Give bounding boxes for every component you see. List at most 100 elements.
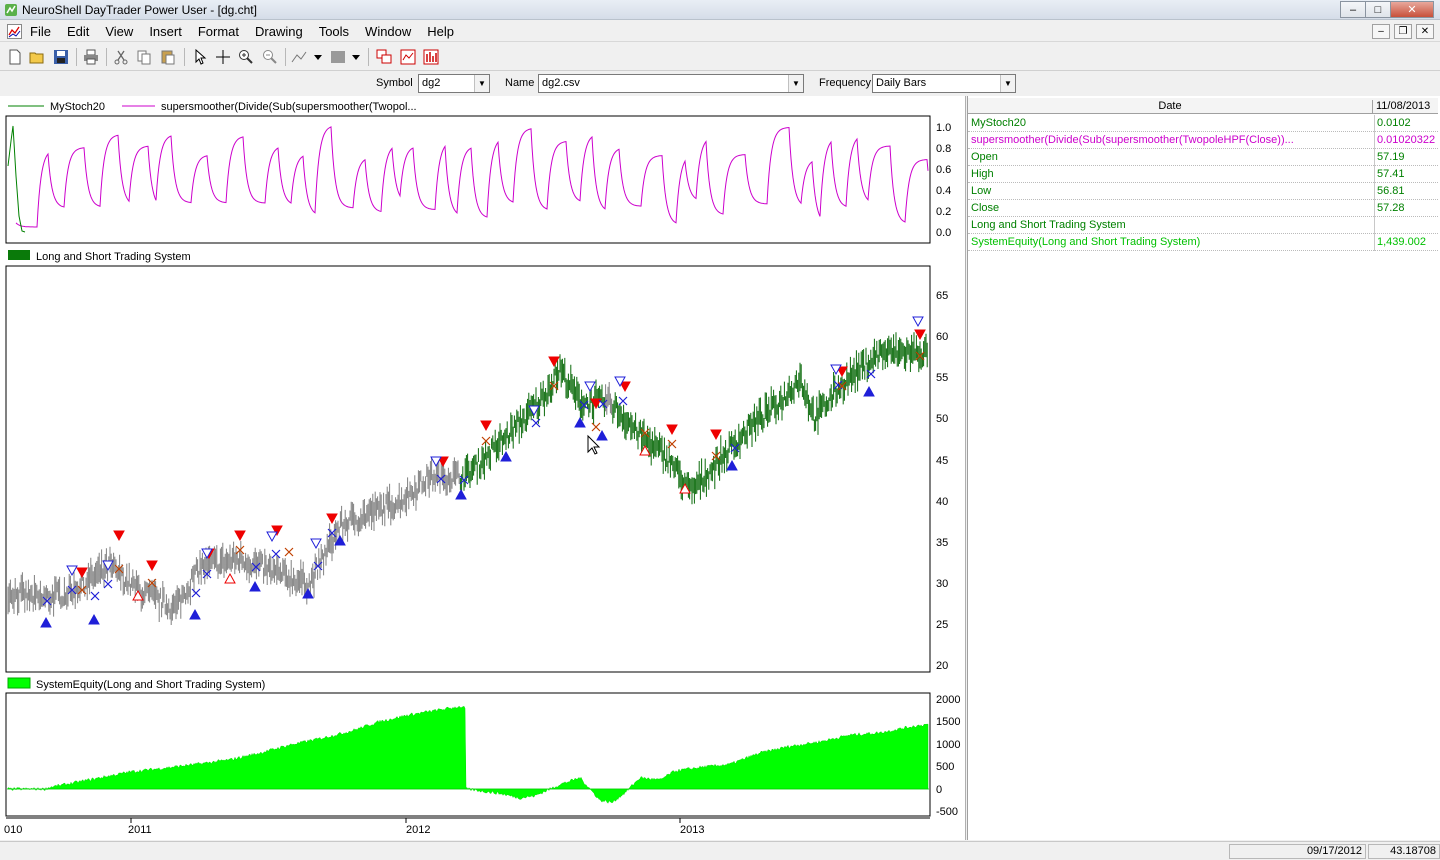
mdi-minimize-button[interactable]: – <box>1372 24 1390 39</box>
fill-pattern-dropdown-icon[interactable] <box>347 48 365 66</box>
status-date: 09/17/2012 <box>1229 844 1366 859</box>
line-tool-dropdown-icon[interactable] <box>309 48 327 66</box>
chevron-down-icon[interactable]: ▼ <box>1000 75 1015 92</box>
frequency-select[interactable]: Daily Bars ▼ <box>872 74 1016 93</box>
menu-view[interactable]: View <box>105 24 133 39</box>
equity-legend: SystemEquity(Long and Short Trading Syst… <box>36 679 265 691</box>
osc-tick: 1.0 <box>936 122 951 134</box>
pointer-icon[interactable] <box>191 48 209 66</box>
osc-tick: 0.4 <box>936 185 951 197</box>
symbol-value: dg2 <box>422 77 441 89</box>
symbol-select[interactable]: dg2 ▼ <box>418 74 490 93</box>
equity-tick: 1000 <box>936 739 960 751</box>
cut-icon[interactable] <box>112 48 130 66</box>
equity-legend-swatch <box>7 677 31 689</box>
mdi-close-button[interactable]: ✕ <box>1416 24 1434 39</box>
status-value: 43.18708 <box>1368 844 1440 859</box>
chart-area[interactable]: MyStoch20 supersmoother(Divide(Sub(super… <box>0 96 966 840</box>
name-label: Name <box>505 77 535 89</box>
data-window: Date 11/08/2013 MyStoch20 0.0102 supersmoo… <box>967 96 1440 840</box>
equity-tick: -500 <box>936 806 958 818</box>
x-tick: 2012 <box>406 824 430 836</box>
status-bar: 09/17/2012 43.18708 <box>0 841 1440 860</box>
date-value: 11/08/2013 <box>1376 100 1431 112</box>
frequency-value: Daily Bars <box>876 77 927 89</box>
price-tick: 20 <box>936 660 948 672</box>
copy-icon[interactable] <box>135 48 153 66</box>
x-tick: 010 <box>4 824 22 836</box>
window-title: NeuroShell DayTrader Power User - [dg.ch… <box>22 3 257 17</box>
osc-tick: 0.8 <box>936 143 951 155</box>
name-select[interactable]: dg2.csv ▼ <box>538 74 804 93</box>
zoom-in-icon[interactable] <box>237 48 255 66</box>
equity-tick: 2000 <box>936 694 960 706</box>
menu-insert[interactable]: Insert <box>149 24 182 39</box>
fill-pattern-icon[interactable] <box>329 48 347 66</box>
chevron-down-icon[interactable]: ▼ <box>474 75 489 92</box>
menu-drawing[interactable]: Drawing <box>255 24 303 39</box>
data-row-value: 57.28 <box>1377 202 1405 214</box>
oscillator-y-axis: 1.0 0.8 0.6 0.4 0.2 0.0 <box>936 122 951 239</box>
date-column-header: Date <box>968 100 1373 114</box>
mdi-restore-button[interactable]: ❐ <box>1394 24 1412 39</box>
app-icon <box>5 4 17 16</box>
data-row-name: supersmoother(Divide(Sub(supersmoother(T… <box>971 134 1294 146</box>
menu-format[interactable]: Format <box>198 24 239 39</box>
price-tick: 40 <box>936 496 948 508</box>
menu-help[interactable]: Help <box>427 24 454 39</box>
save-icon[interactable] <box>52 48 70 66</box>
minimize-button[interactable]: – <box>1340 1 1366 18</box>
osc-tick: 0.6 <box>936 164 951 176</box>
print-icon[interactable] <box>82 48 100 66</box>
data-row: Low 56.81 <box>968 183 1438 200</box>
x-axis: 010 2011 2012 2013 <box>4 817 930 836</box>
data-row-value: 1,439.002 <box>1377 236 1426 248</box>
menu-window[interactable]: Window <box>365 24 411 39</box>
paste-icon[interactable] <box>159 48 177 66</box>
data-row: Long and Short Trading System <box>968 217 1438 234</box>
equity-tick: 500 <box>936 761 954 773</box>
data-row-name: Long and Short Trading System <box>971 219 1126 231</box>
equity-y-axis: 2000 1500 1000 500 0 -500 <box>936 694 960 818</box>
chevron-down-icon[interactable]: ▼ <box>788 75 803 92</box>
data-row: High 57.41 <box>968 166 1438 183</box>
data-row: MyStoch20 0.0102 <box>968 115 1438 132</box>
menu-edit[interactable]: Edit <box>67 24 89 39</box>
menu-tools[interactable]: Tools <box>319 24 349 39</box>
crosshair-icon[interactable] <box>214 48 232 66</box>
oscillator-pane[interactable] <box>5 115 931 244</box>
price-tick: 55 <box>936 372 948 384</box>
maximize-button[interactable]: □ <box>1365 1 1391 18</box>
data-row-value: 56.81 <box>1377 185 1405 197</box>
price-tick: 35 <box>936 537 948 549</box>
chart-canvas[interactable]: MyStoch20 supersmoother(Divide(Sub(super… <box>0 96 966 840</box>
data-row: Close 57.28 <box>968 200 1438 217</box>
selector-bar: Symbol dg2 ▼ Name dg2.csv ▼ Frequency Da… <box>0 72 1440 96</box>
stoch-legend: MyStoch20 <box>50 101 105 113</box>
price-tick: 25 <box>936 619 948 631</box>
line-tool-icon[interactable] <box>290 48 308 66</box>
close-button[interactable]: ✕ <box>1390 1 1434 18</box>
trading-system-legend: Long and Short Trading System <box>36 251 191 263</box>
x-tick: 2013 <box>680 824 704 836</box>
chart-window-icon[interactable] <box>399 48 417 66</box>
data-row-name: Open <box>971 151 998 163</box>
price-y-axis: 65 60 55 50 45 40 35 30 25 20 <box>936 290 948 672</box>
price-tick: 50 <box>936 413 948 425</box>
data-row: supersmoother(Divide(Sub(supersmoother(T… <box>968 132 1438 149</box>
name-value: dg2.csv <box>542 77 580 89</box>
window-cascade-icon[interactable] <box>375 48 393 66</box>
chart-document-icon[interactable] <box>7 24 22 39</box>
zoom-out-icon[interactable] <box>261 48 279 66</box>
menu-bar: File Edit View Insert Format Drawing Too… <box>0 21 1440 42</box>
bar-chart-icon[interactable] <box>422 48 440 66</box>
menu-file[interactable]: File <box>30 24 51 39</box>
data-row: SystemEquity(Long and Short Trading Syst… <box>968 234 1438 251</box>
symbol-label: Symbol <box>376 77 413 89</box>
open-icon[interactable] <box>28 48 46 66</box>
price-tick: 30 <box>936 578 948 590</box>
new-icon[interactable] <box>6 48 24 66</box>
equity-tick: 1500 <box>936 716 960 728</box>
data-row-name: MyStoch20 <box>971 117 1027 129</box>
data-window-header: Date 11/08/2013 <box>968 98 1438 114</box>
